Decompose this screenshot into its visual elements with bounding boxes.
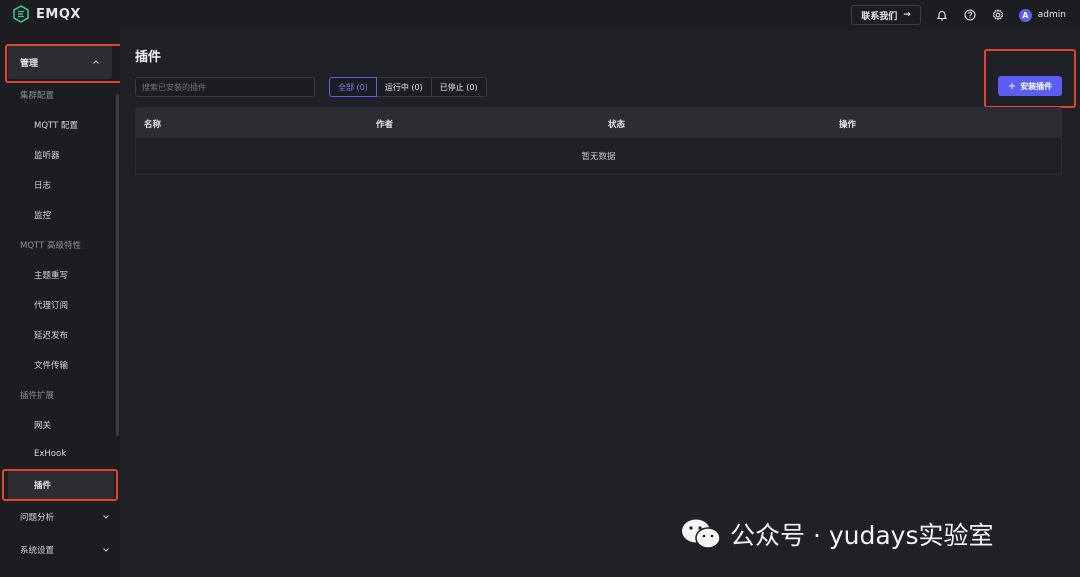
install-plugin-label: 安装插件 [1020, 81, 1053, 91]
sidebar-item-exhook[interactable]: ExHook [34, 449, 66, 459]
main-content: 插件 全部 (0) 运行中 (0) 已停止 (0) + 安装插件 名称 作者 状… [120, 30, 1080, 577]
contact-us-label: 联系我们 [861, 11, 898, 22]
column-name: 名称 [144, 120, 162, 130]
bell-icon[interactable] [935, 8, 949, 22]
gear-icon[interactable] [991, 8, 1005, 22]
top-header: EMQX 联系我们 → A admin [0, 0, 1080, 30]
filter-running[interactable]: 运行中 (0) [376, 77, 432, 97]
user-name: admin [1037, 10, 1066, 20]
watermark: 公众号 · yudays实验室 [680, 516, 994, 552]
sidebar-item-delayed-publish[interactable]: 延迟发布 [34, 329, 68, 341]
avatar: A [1018, 8, 1032, 22]
help-icon[interactable] [963, 8, 977, 22]
column-actions: 操作 [839, 120, 857, 130]
sidebar-scrollbar[interactable] [116, 94, 119, 436]
logo[interactable]: EMQX [12, 5, 81, 23]
arrow-right-icon: → [903, 10, 911, 20]
section-cluster-config: 集群配置 [20, 91, 55, 101]
chevron-up-icon [93, 60, 99, 64]
filter-all[interactable]: 全部 (0) [329, 77, 377, 97]
chevron-down-icon [103, 515, 109, 519]
sidebar-item-topic-rewrite[interactable]: 主题重写 [34, 269, 68, 281]
sidebar-item-mqtt-config[interactable]: MQTT 配置 [34, 119, 78, 131]
sidebar-item-file-transfer[interactable]: 文件传输 [34, 359, 68, 371]
plugins-table: 名称 作者 状态 操作 暂无数据 [135, 107, 1062, 175]
watermark-text: 公众号 · yudays实验室 [730, 521, 994, 550]
sidebar-group-label: 问题分析 [20, 513, 55, 523]
sidebar-group-label: 管理 [20, 58, 39, 69]
search-input[interactable] [135, 77, 315, 97]
plus-icon: + [1007, 80, 1017, 92]
user-menu[interactable]: A admin [1018, 8, 1066, 22]
sidebar-item-monitoring[interactable]: 监控 [34, 209, 51, 221]
contact-us-button[interactable]: 联系我们 → [851, 5, 921, 25]
sidebar-group-label: 系统设置 [20, 546, 55, 556]
sidebar-item-gateway[interactable]: 网关 [34, 419, 51, 431]
column-status: 状态 [608, 120, 626, 130]
sidebar: 管理 集群配置 MQTT 配置 监听器 日志 监控 MQTT 高级特性 主题重写… [0, 30, 124, 577]
chevron-down-icon [103, 548, 109, 552]
sidebar-item-label: 插件 [34, 481, 52, 491]
wechat-icon [682, 519, 721, 549]
emqx-logo-icon [13, 5, 29, 23]
sidebar-group-problem-analysis[interactable]: 问题分析 [20, 511, 110, 523]
sidebar-item-logs[interactable]: 日志 [34, 179, 51, 191]
section-plugin-extension: 插件扩展 [20, 391, 55, 401]
header-actions: 联系我们 → A admin [851, 4, 1066, 26]
sidebar-item-listeners[interactable]: 监听器 [34, 149, 60, 161]
sidebar-group-manage[interactable]: 管理 [8, 45, 112, 79]
table-empty-row: 暂无数据 [135, 138, 1062, 175]
empty-text: 暂无数据 [581, 152, 616, 162]
status-filter-group: 全部 (0) 运行中 (0) 已停止 (0) [329, 77, 487, 97]
column-author: 作者 [376, 120, 394, 130]
app-name: EMQX [36, 6, 81, 22]
page-title: 插件 [135, 50, 162, 65]
sidebar-group-system-settings[interactable]: 系统设置 [20, 544, 110, 556]
sidebar-item-auto-subscribe[interactable]: 代理订阅 [34, 299, 68, 311]
table-header: 名称 作者 状态 操作 [135, 107, 1062, 138]
filter-stopped[interactable]: 已停止 (0) [431, 77, 487, 97]
install-plugin-button[interactable]: + 安装插件 [998, 76, 1062, 96]
sidebar-item-plugins[interactable]: 插件 [8, 470, 114, 500]
section-mqtt-advanced: MQTT 高级特性 [20, 241, 81, 251]
